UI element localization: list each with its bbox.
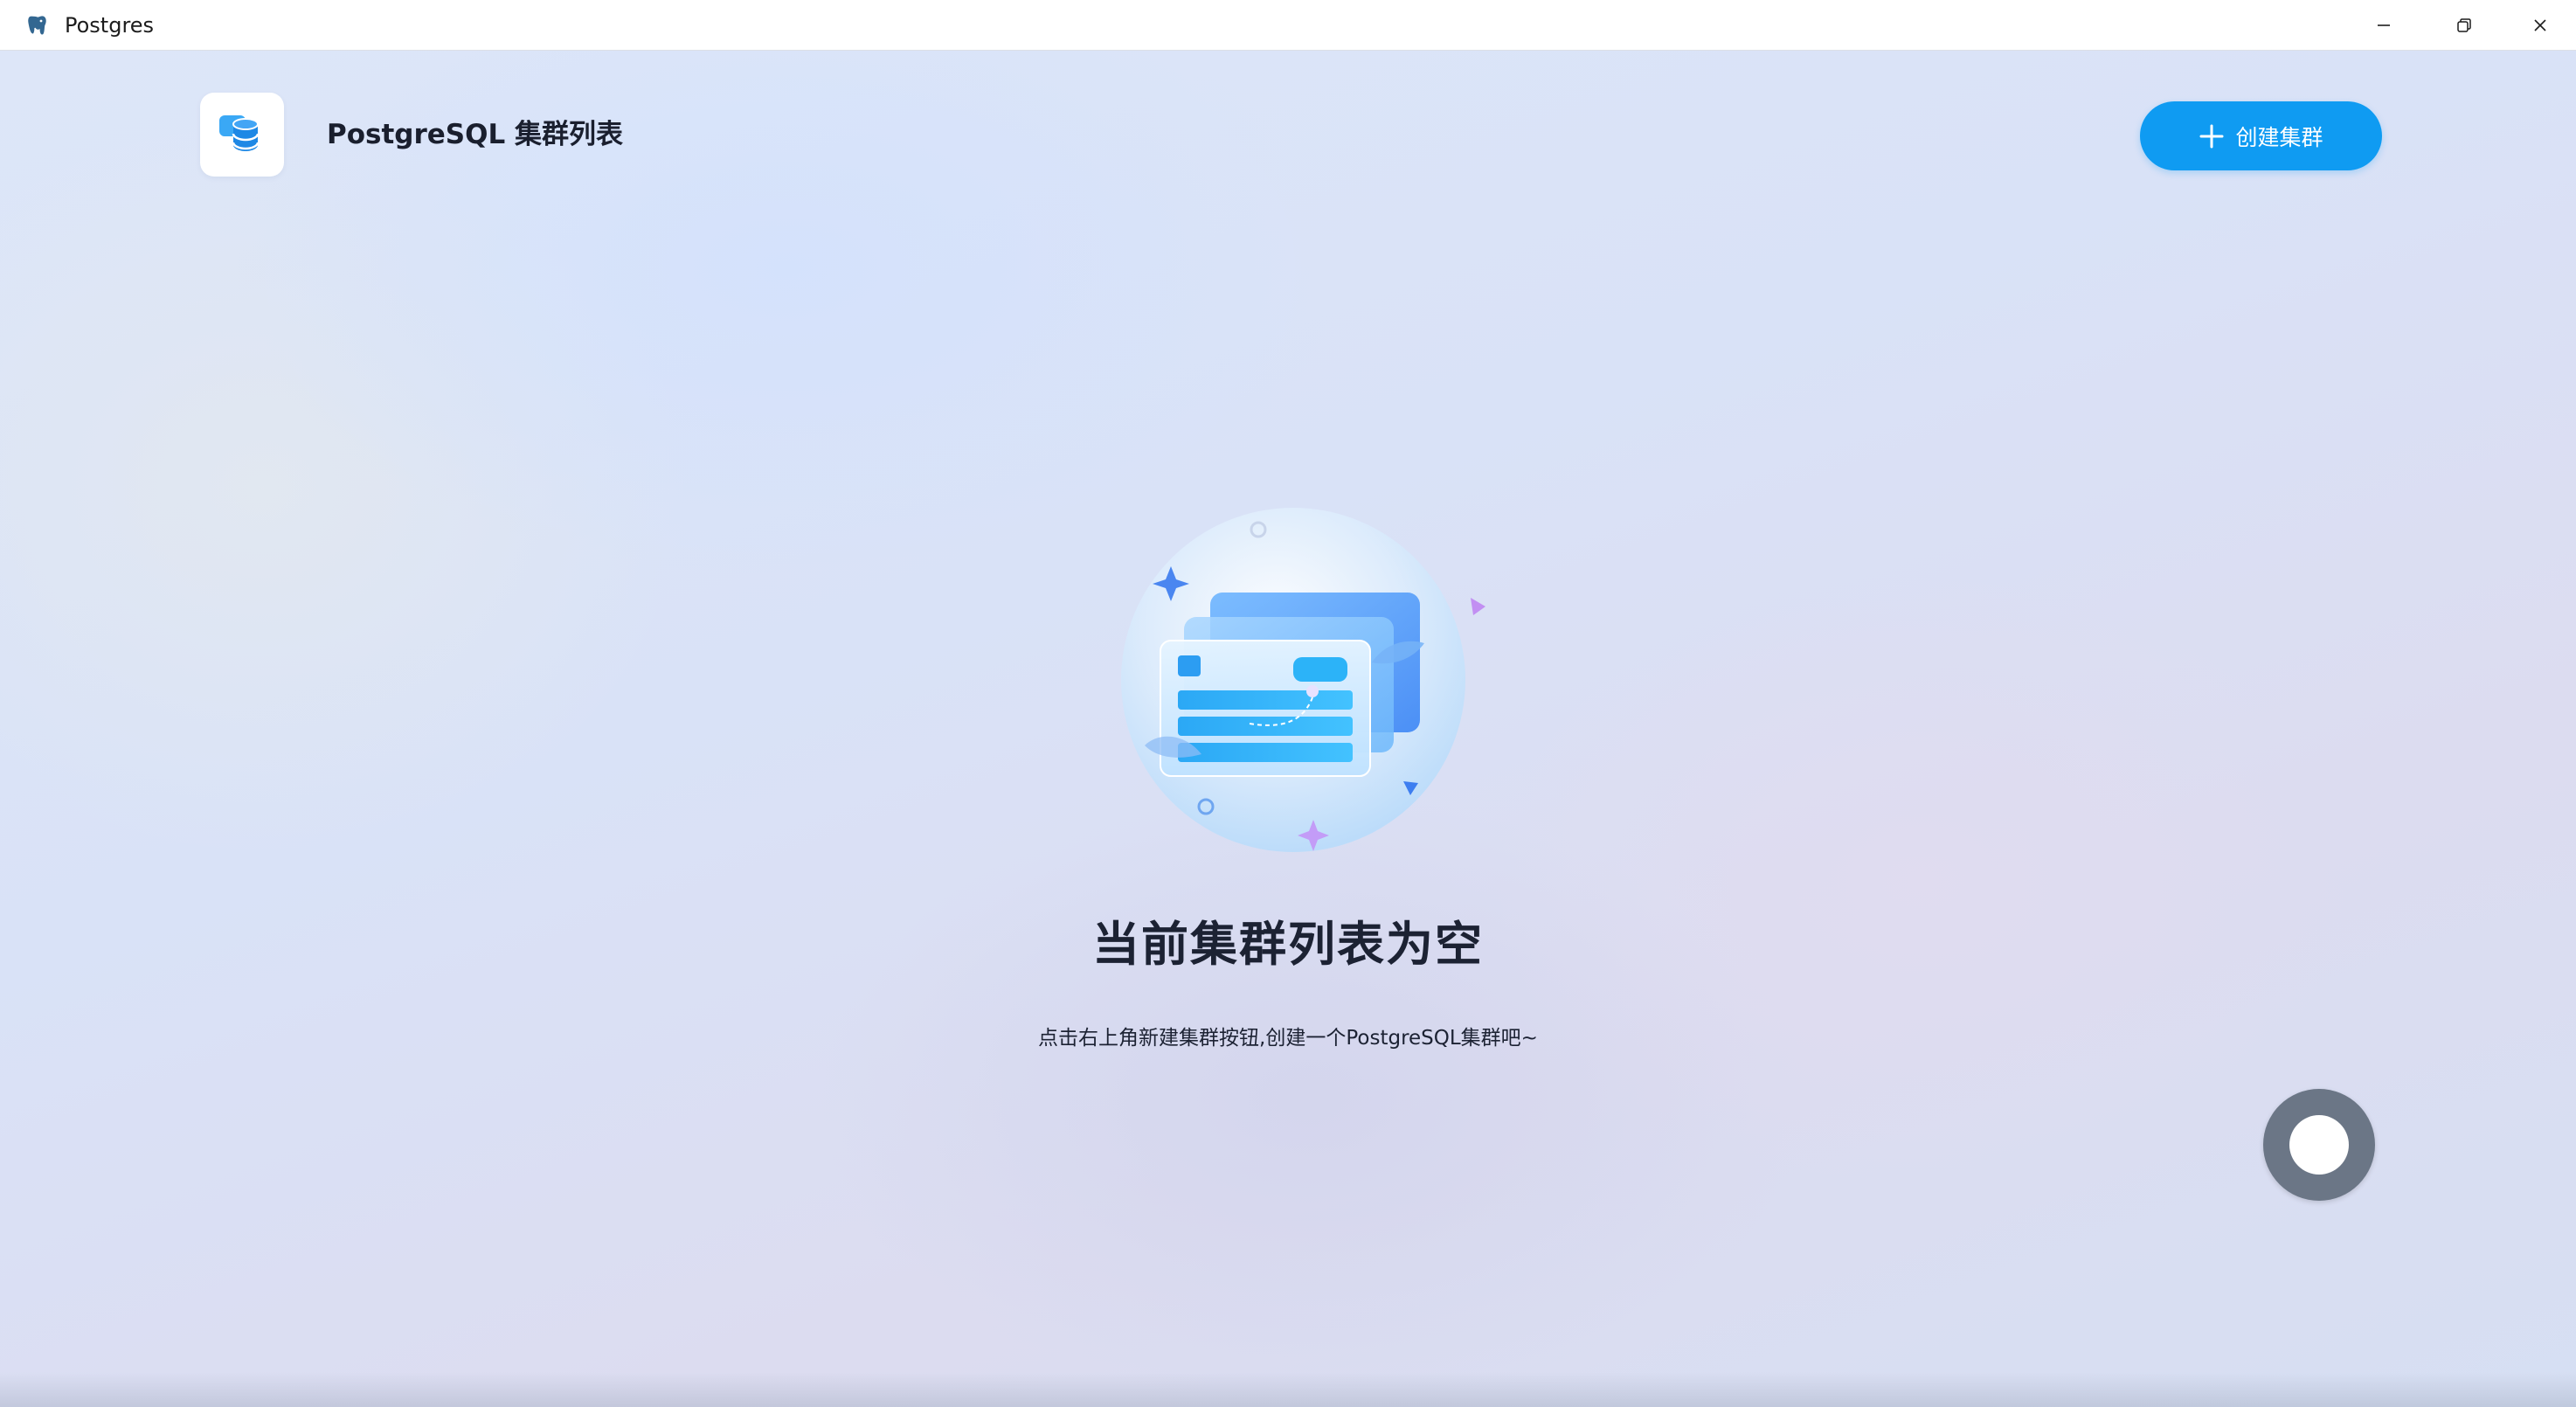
floating-assistive-button[interactable] (2263, 1089, 2375, 1201)
app-window: Postgres PostgreSQL 集群列表 创建集群 当前集群列表为空 点… (0, 0, 2576, 1407)
restore-button[interactable] (2424, 0, 2504, 51)
title-bar: Postgres (0, 0, 2576, 51)
minimize-icon (2378, 24, 2390, 26)
minimize-button[interactable] (2344, 0, 2424, 51)
close-button[interactable] (2504, 0, 2576, 51)
create-cluster-label: 创建集群 (2235, 124, 2323, 150)
main-content: PostgreSQL 集群列表 创建集群 当前集群列表为空 点击右上角新建集群按… (0, 51, 2576, 1407)
empty-state-description: 点击右上角新建集群按钮,创建一个PostgreSQL集群吧~ (1038, 1027, 1538, 1050)
postgres-elephant-icon (27, 15, 47, 36)
close-icon (2534, 19, 2546, 31)
empty-state-title: 当前集群列表为空 (1092, 917, 1484, 972)
bottom-edge-shadow (0, 1372, 2576, 1407)
create-cluster-button[interactable]: 创建集群 (2140, 101, 2382, 170)
empty-list-illustration (1121, 508, 1485, 852)
page-title: PostgreSQL 集群列表 (327, 119, 624, 150)
app-logo (200, 93, 284, 177)
plus-icon (2199, 124, 2224, 148)
window-title: Postgres (65, 13, 155, 38)
restore-icon (2457, 18, 2471, 32)
assistive-touch-icon (2289, 1115, 2349, 1175)
database-icon (219, 115, 260, 151)
